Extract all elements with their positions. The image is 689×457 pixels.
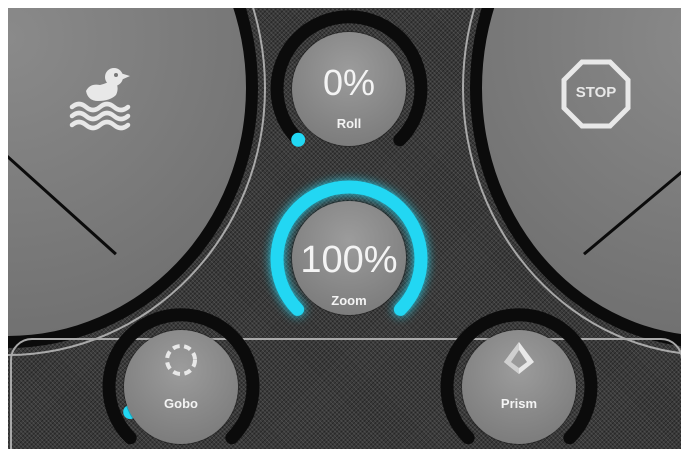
- stop-sign-icon: STOP: [561, 59, 631, 129]
- zoom-label: Zoom: [331, 293, 367, 308]
- left-effect-button[interactable]: [8, 8, 266, 356]
- gobo-knob[interactable]: Gobo: [102, 308, 260, 449]
- roll-indicator-dot: [291, 132, 306, 147]
- lighting-control-panel: STOP 0% Roll 100% Zoom Gobo Prism: [8, 8, 681, 449]
- roll-value: 0%: [322, 62, 376, 103]
- prism-knob[interactable]: Prism: [440, 308, 598, 449]
- roll-label: Roll: [336, 116, 362, 131]
- left-disc-rim: [8, 8, 266, 356]
- zoom-knob[interactable]: 100% Zoom: [270, 180, 428, 333]
- zoom-value: 100%: [300, 239, 398, 281]
- gobo-label: Gobo: [164, 396, 198, 411]
- prism-icon: [501, 340, 537, 376]
- roll-knob[interactable]: 0% Roll: [270, 10, 428, 162]
- prism-label: Prism: [500, 396, 538, 411]
- stop-sign-label: STOP: [575, 84, 617, 101]
- gobo-wheel-icon: [163, 342, 199, 378]
- duck-swim-icon[interactable]: [68, 63, 140, 131]
